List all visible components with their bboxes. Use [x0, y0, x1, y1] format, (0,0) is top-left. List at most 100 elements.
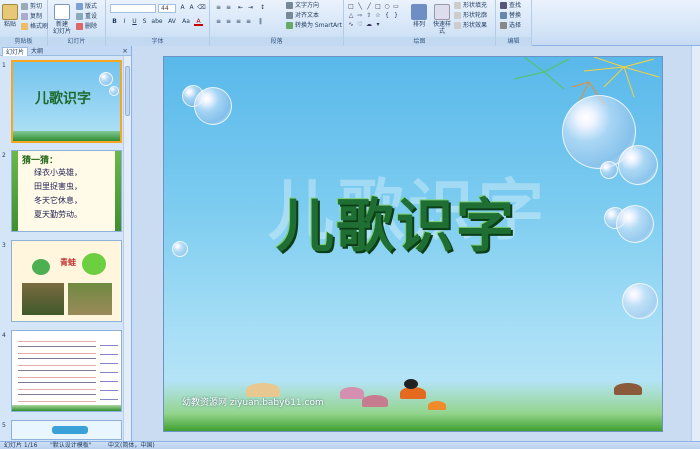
- line-shape-icon[interactable]: ╲: [356, 3, 364, 10]
- layout-icon: [76, 3, 83, 10]
- tab-outline[interactable]: 大纲: [28, 47, 46, 56]
- rect-shape-icon[interactable]: ▭: [392, 3, 400, 10]
- quick-styles-button[interactable]: 快速样式: [432, 4, 452, 35]
- font-name-combo[interactable]: [110, 4, 156, 13]
- slide-number: 4: [2, 332, 6, 339]
- mushroom-decoration: [340, 387, 364, 399]
- vine-border: [115, 151, 121, 231]
- poem-line: 田里捉害虫，: [34, 182, 82, 191]
- scrollbar-thumb[interactable]: [125, 66, 130, 116]
- close-icon[interactable]: ×: [122, 46, 128, 56]
- grass-decoration: [12, 405, 121, 411]
- slide-thumbnail-3[interactable]: 青蛙: [11, 240, 122, 322]
- shape-effects-button[interactable]: 形状效果: [454, 22, 487, 30]
- justify-button[interactable]: ≡: [244, 18, 253, 26]
- arrange-button[interactable]: 排列: [410, 4, 428, 28]
- group-font: 44 A A ⌫ B I U S abe AV Aa A 字体: [106, 0, 210, 46]
- align-text-button[interactable]: 对齐文本: [286, 12, 319, 20]
- case-button[interactable]: Aa: [180, 18, 192, 26]
- align-left-button[interactable]: ≡: [214, 18, 223, 26]
- frog-photo: [22, 283, 64, 315]
- star-shape-icon[interactable]: ☆: [374, 12, 382, 19]
- font-size-combo[interactable]: 44: [158, 4, 176, 13]
- new-slide-button[interactable]: 新建 幻灯片: [52, 4, 72, 35]
- slide-scrollbar[interactable]: [691, 46, 700, 441]
- slide-thumbnail-1[interactable]: 儿歌识字: [11, 60, 122, 143]
- vine-border: [12, 151, 18, 231]
- shrink-font-button[interactable]: A: [187, 4, 196, 12]
- grow-font-button[interactable]: A: [178, 4, 187, 12]
- layout-button[interactable]: 版式: [76, 3, 97, 11]
- language-indicator[interactable]: 中文(简体，中国): [108, 442, 155, 449]
- slide-title[interactable]: 儿歌识字: [276, 179, 516, 263]
- format-painter-button[interactable]: 格式刷: [21, 23, 48, 31]
- poem-line: 冬天它休息，: [34, 196, 82, 205]
- mushroom-decoration: [614, 383, 642, 395]
- slide-thumbnail-2[interactable]: 猜一猜： 绿衣小英雄， 田里捉害虫， 冬天它休息， 夏天勤劳动。: [11, 150, 122, 232]
- increase-indent-button[interactable]: ⇥: [246, 4, 255, 12]
- slide-number: 2: [2, 152, 6, 159]
- decrease-indent-button[interactable]: ⇤: [236, 4, 245, 12]
- find-button[interactable]: 查找: [500, 2, 521, 10]
- rect-shape-icon[interactable]: □: [347, 3, 355, 10]
- delete-button[interactable]: 删除: [76, 23, 97, 31]
- slide-thumbnail-pane: 幻灯片 大纲 × 1 儿歌识字 2 猜一猜： 绿衣小英雄， 田里捉害虫， 冬天它…: [0, 46, 132, 441]
- delete-icon: [76, 23, 83, 30]
- align-center-button[interactable]: ≡: [224, 18, 233, 26]
- clear-format-button[interactable]: ⌫: [197, 4, 206, 12]
- select-button[interactable]: 选择: [500, 22, 521, 30]
- bubble-decoration: [618, 145, 658, 185]
- spacing-button[interactable]: AV: [166, 18, 178, 26]
- font-color-button[interactable]: A: [194, 18, 203, 26]
- thumbnail-title: 儿歌识字: [35, 91, 91, 107]
- text-direction-button[interactable]: 文字方向: [286, 2, 319, 10]
- more-shapes-icon[interactable]: ▾: [374, 21, 382, 28]
- pane-tabs: 幻灯片 大纲 ×: [0, 46, 131, 56]
- brace-shape-icon[interactable]: {: [383, 12, 391, 19]
- font-label: 字体: [106, 37, 209, 46]
- brush-icon: [21, 23, 28, 30]
- copy-button[interactable]: 复制: [21, 13, 42, 21]
- paste-button[interactable]: 粘贴: [2, 4, 18, 28]
- binoculars-icon: [500, 2, 507, 9]
- oval-shape-icon[interactable]: ○: [383, 3, 391, 10]
- heart-shape-icon[interactable]: ♡: [356, 21, 364, 28]
- underline-button[interactable]: U: [130, 18, 139, 26]
- bullets-button[interactable]: ≡: [214, 4, 223, 12]
- thumbnail-scrollbar[interactable]: [123, 56, 131, 441]
- italic-button[interactable]: I: [120, 18, 129, 26]
- arrow-shape-icon[interactable]: ⇧: [365, 12, 373, 19]
- shape-outline-button[interactable]: 形状轮廓: [454, 12, 487, 20]
- line-spacing-button[interactable]: ↕: [258, 4, 267, 12]
- line-shape-icon[interactable]: ╱: [365, 3, 373, 10]
- tab-slides[interactable]: 幻灯片: [2, 47, 29, 56]
- brace-shape-icon[interactable]: }: [392, 12, 400, 19]
- arrow-shape-icon[interactable]: ⇨: [356, 12, 364, 19]
- slide-thumbnail-4[interactable]: [11, 330, 122, 412]
- strike-button[interactable]: S: [140, 18, 149, 26]
- current-slide[interactable]: 儿歌识字 儿歌识字 幼教资源网 ziyuan.baby611.com: [163, 56, 663, 432]
- cloud-shape-icon[interactable]: ☁: [365, 21, 373, 28]
- group-clipboard: 粘贴 剪切 复制 格式刷 剪贴板: [0, 0, 48, 46]
- shape-fill-button[interactable]: 形状填充: [454, 2, 487, 10]
- numbering-button[interactable]: ≡: [224, 4, 233, 12]
- smartart-button[interactable]: 转换为 SmartArt: [286, 22, 342, 30]
- triangle-shape-icon[interactable]: △: [347, 12, 355, 19]
- theme-name[interactable]: "默认设计模板": [50, 442, 92, 449]
- new-slide-icon: [54, 4, 70, 20]
- align-right-button[interactable]: ≡: [234, 18, 243, 26]
- group-drawing: □ ╲ ╱ □ ○ ▭ △ ⇨ ⇧ ☆ { } ∿ ♡ ☁ ▾ 排列 快速样式 …: [344, 0, 496, 46]
- cut-button[interactable]: 剪切: [21, 3, 42, 11]
- shadow-button[interactable]: abe: [150, 18, 164, 26]
- bubble-decoration: [99, 72, 113, 86]
- reset-button[interactable]: 重设: [76, 13, 97, 21]
- replace-icon: [500, 12, 507, 19]
- rect-shape-icon[interactable]: □: [374, 3, 382, 10]
- slides-label: 幻灯片: [48, 37, 105, 46]
- slide-thumbnail-5[interactable]: [11, 420, 122, 440]
- bold-button[interactable]: B: [110, 18, 119, 26]
- columns-button[interactable]: ‖: [256, 18, 265, 26]
- curve-shape-icon[interactable]: ∿: [347, 21, 355, 28]
- group-slides: 新建 幻灯片 版式 重设 删除 幻灯片: [48, 0, 106, 46]
- replace-button[interactable]: 替换: [500, 12, 521, 20]
